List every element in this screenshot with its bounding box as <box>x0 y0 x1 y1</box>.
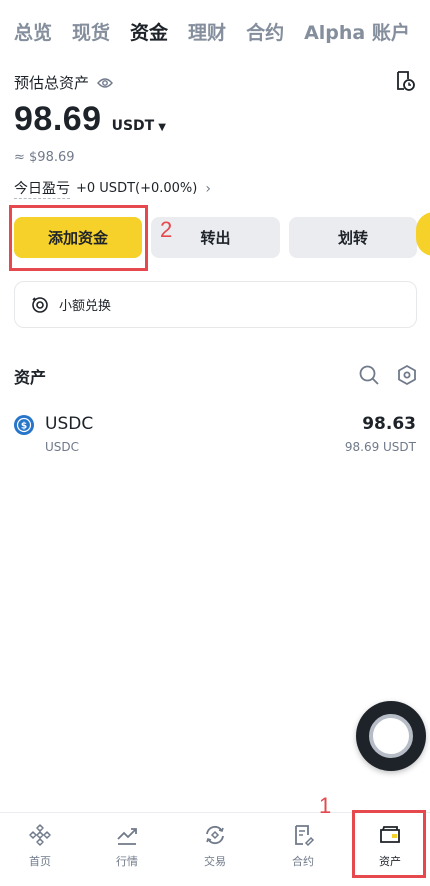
home-icon <box>28 823 52 847</box>
small-exchange-label: 小额兑换 <box>59 299 112 314</box>
markets-icon <box>115 823 139 847</box>
nav-markets[interactable]: 行情 <box>92 823 162 869</box>
nav-home[interactable]: 首页 <box>5 823 75 869</box>
history-icon[interactable] <box>394 70 416 92</box>
tab-overview[interactable]: 总览 <box>14 18 52 45</box>
transfer-button[interactable]: 划转 <box>289 217 417 258</box>
asset-value: 98.69 USDT <box>344 440 416 454</box>
chevron-right-icon: › <box>205 180 211 197</box>
asset-name: USDC <box>45 440 80 454</box>
nav-label-trade: 交易 <box>204 855 226 868</box>
trade-icon <box>203 823 227 847</box>
eye-icon[interactable] <box>97 75 113 91</box>
settings-icon[interactable] <box>396 364 418 386</box>
usdc-icon: $ <box>14 415 34 435</box>
tab-spot[interactable]: 现货 <box>72 18 110 45</box>
small-exchange-button[interactable]: 小额兑换 <box>14 281 417 328</box>
convert-icon <box>31 296 49 314</box>
nav-label-home: 首页 <box>29 855 51 868</box>
estimated-assets-label: 预估总资产 <box>14 74 90 92</box>
nav-label-futures: 合约 <box>292 855 314 868</box>
asset-row-usdc[interactable]: $ USDC USDC 98.63 98.69 USDT <box>14 412 416 462</box>
nav-label-markets: 行情 <box>116 855 138 868</box>
pnl-value: +0 USDT(+0.00%) <box>76 181 198 196</box>
highlight-box-add-funds <box>9 205 148 271</box>
caret-down-icon[interactable]: ▼ <box>158 122 166 133</box>
total-balance: 98.69 USDT ▼ <box>14 100 166 139</box>
tab-futures[interactable]: 合约 <box>246 18 284 45</box>
asset-symbol: USDC <box>45 414 94 434</box>
highlight-box-assets-tab <box>352 810 426 878</box>
step-marker-1: 1 <box>319 793 332 818</box>
pnl-label: 今日盈亏 <box>14 178 70 199</box>
todays-pnl[interactable]: 今日盈亏 +0 USDT(+0.00%) › <box>14 178 211 199</box>
balance-unit-selector[interactable]: USDT <box>112 118 155 134</box>
step-marker-2: 2 <box>160 217 173 242</box>
estimated-assets-header: 预估总资产 <box>14 70 416 93</box>
top-tab-bar: 总览 现货 资金 理财 合约 Alpha 账户 <box>14 18 416 45</box>
nav-trade[interactable]: 交易 <box>180 823 250 869</box>
asset-amount: 98.63 <box>362 414 416 434</box>
fiat-equivalent: ≈ $98.69 <box>14 150 75 165</box>
balance-amount: 98.69 <box>14 100 102 138</box>
futures-icon <box>291 823 315 847</box>
assets-section-title: 资产 <box>14 368 47 387</box>
svg-text:$: $ <box>21 422 27 432</box>
tab-funding[interactable]: 资金 <box>130 18 168 45</box>
assistant-ring-icon <box>369 714 413 758</box>
tab-alpha-account[interactable]: Alpha 账户 <box>304 18 410 45</box>
promo-tab[interactable] <box>416 212 430 256</box>
search-icon[interactable] <box>358 364 380 386</box>
floating-assistant-button[interactable] <box>356 701 426 771</box>
nav-futures[interactable]: 合约 <box>268 823 338 869</box>
tab-earn[interactable]: 理财 <box>188 18 226 45</box>
